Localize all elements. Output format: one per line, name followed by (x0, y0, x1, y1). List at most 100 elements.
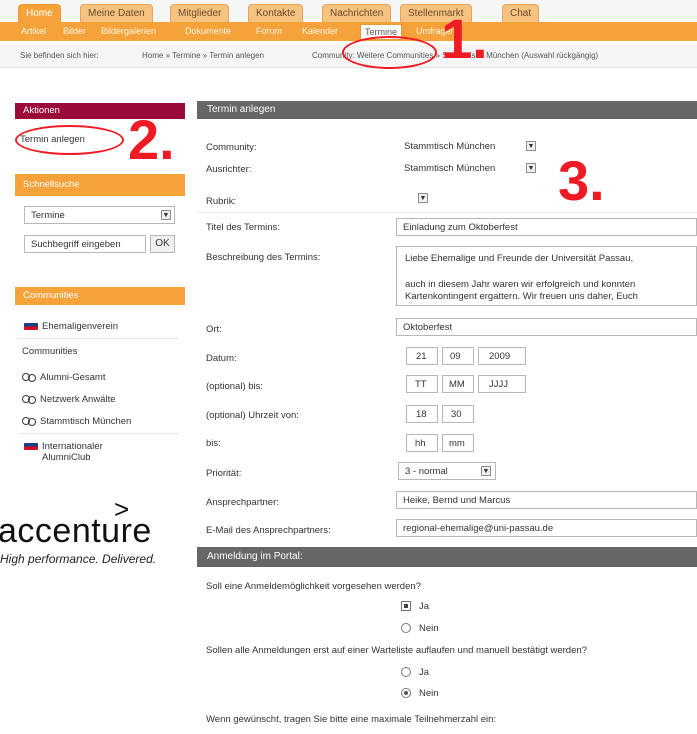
bis-tag-input[interactable]: TT (406, 375, 438, 393)
radio-icon (401, 623, 411, 634)
breadcrumb-path[interactable]: Home » Termine » Termin anlegen (142, 51, 264, 60)
tab-mitglieder[interactable]: Mitglieder (170, 4, 230, 22)
label-ausrichter: Ausrichter: (206, 164, 252, 175)
datum-tag-input[interactable]: 21 (406, 347, 438, 365)
label-community: Community: (206, 142, 257, 153)
annotation-ellipse-termin-anlegen (15, 125, 124, 155)
chevron-down-icon: ▼ (481, 466, 491, 476)
warteliste-ja-option[interactable]: Ja (401, 667, 429, 678)
chevron-down-icon: ▼ (418, 193, 428, 203)
label-email: E-Mail des Ansprechpartners: (206, 525, 331, 536)
annotation-number-1: 1. (441, 7, 488, 70)
community-label: Ehemaligenverein (42, 321, 119, 332)
label-prioritaet: Priorität: (206, 468, 242, 479)
community-label: Stammtisch München (40, 416, 132, 427)
subtab-forum[interactable]: Forum (256, 25, 282, 37)
label-optional-bis: (optional) bis: (206, 381, 264, 392)
option-label: Ja (419, 667, 430, 678)
uhrzeit-bis-minute-placeholder: mm (449, 438, 465, 449)
form-heading: Termin anlegen (197, 101, 697, 119)
anmeldung-question-2: Sollen alle Anmeldungen erst auf einer W… (206, 645, 587, 656)
datum-jahr-input[interactable]: 2009 (478, 347, 526, 365)
uhrzeit-von-minute-input[interactable]: 30 (442, 405, 474, 423)
beschreibung-textarea[interactable]: Liebe Ehemalige und Freunde der Universi… (396, 246, 697, 306)
subtab-artikel[interactable]: Artikel (21, 25, 46, 37)
annotation-number-2: 2. (128, 108, 175, 171)
label-datum: Datum: (206, 353, 237, 364)
ansprechpartner-value: Heike, Bernd und Marcus (403, 495, 511, 506)
subtab-kalender[interactable]: Kalender (302, 25, 338, 37)
uhrzeit-von-minute-value: 30 (451, 409, 462, 420)
checkbox-icon (401, 601, 411, 612)
schnellsuche-select-value: Termine (31, 210, 65, 221)
titel-value: Einladung zum Oktoberfest (403, 222, 518, 233)
search-input[interactable]: Suchbegriff eingeben (24, 235, 146, 253)
bis-jahr-input[interactable]: JJJJ (478, 375, 526, 393)
community-netzwerk-anwaelte[interactable]: Netzwerk Anwälte (22, 394, 116, 405)
search-ok-button[interactable]: OK (150, 235, 175, 253)
bis-monat-input[interactable]: MM (442, 375, 474, 393)
flag-icon (24, 442, 38, 450)
search-placeholder: Suchbegriff eingeben (31, 239, 121, 250)
label-uhrzeit-von: (optional) Uhrzeit von: (206, 410, 299, 421)
schnellsuche-heading: Schnellsuche (15, 174, 185, 196)
beschreibung-line: Kartenkontingent ergattern. Wir freuen u… (405, 291, 638, 302)
label-bis: bis: (206, 438, 221, 449)
top-navigation: Home Meine Daten Mitglieder Kontakte Nac… (0, 0, 697, 22)
ansprechpartner-input[interactable]: Heike, Bernd und Marcus (396, 491, 697, 509)
uhrzeit-bis-minute-input[interactable]: mm (442, 434, 474, 452)
annotation-number-3: 3. (558, 149, 605, 212)
uhrzeit-von-stunde-input[interactable]: 18 (406, 405, 438, 423)
ausrichter-value: Stammtisch München (404, 163, 496, 174)
ausrichter-select[interactable]: Stammtisch München ▼ (398, 160, 540, 178)
community-select[interactable]: Stammtisch München ▼ (398, 138, 540, 156)
prioritaet-select[interactable]: 3 - normal ▼ (398, 462, 496, 480)
subtab-bilder[interactable]: Bilder (63, 25, 86, 37)
community-label: Alumni-Gesamt (40, 372, 106, 383)
community-label-line2: AlumniClub (42, 452, 91, 463)
community-stammtisch-muenchen[interactable]: Stammtisch München (22, 416, 131, 427)
divider (18, 338, 178, 339)
ort-input[interactable]: Oktoberfest (396, 318, 697, 336)
community-ehemaligenverein[interactable]: Ehemaligenverein (24, 321, 118, 332)
anmeldung-question-1: Soll eine Anmeldemöglichkeit vorgesehen … (206, 581, 421, 592)
label-ansprechpartner: Ansprechpartner: (206, 497, 279, 508)
anmeldung-nein-option[interactable]: Nein (401, 623, 439, 634)
datum-tag-value: 21 (416, 351, 427, 362)
uhrzeit-bis-stunde-input[interactable]: hh (406, 434, 438, 452)
community-alumni-gesamt[interactable]: Alumni-Gesamt (22, 372, 105, 383)
anmeldung-heading: Anmeldung im Portal: (197, 547, 697, 567)
communities-subheading: Communities (22, 346, 78, 357)
tab-kontakte[interactable]: Kontakte (248, 4, 304, 22)
group-icon (22, 372, 36, 382)
email-value: regional-ehemalige@uni-passau.de (403, 523, 554, 534)
titel-input[interactable]: Einladung zum Oktoberfest (396, 218, 697, 236)
label-beschreibung: Beschreibung des Termins: (206, 252, 321, 263)
subtab-bildergalerien[interactable]: Bildergalerien (101, 25, 156, 37)
tab-home[interactable]: Home (18, 4, 61, 22)
datum-monat-value: 09 (450, 351, 461, 362)
group-icon (22, 394, 36, 404)
tab-meine-daten[interactable]: Meine Daten (80, 4, 153, 22)
warteliste-nein-option[interactable]: Nein (401, 688, 439, 699)
rubrik-select[interactable]: ▼ (398, 190, 432, 208)
beschreibung-line: auch in diesem Jahr waren wir erfolgreic… (405, 279, 636, 290)
community-internationaler-alumniclub[interactable]: Internationaler (24, 441, 103, 452)
radio-icon (401, 667, 411, 678)
community-value: Stammtisch München (404, 141, 496, 152)
label-titel: Titel des Termins: (206, 222, 280, 233)
email-input[interactable]: regional-ehemalige@uni-passau.de (396, 519, 697, 537)
tab-chat[interactable]: Chat (502, 4, 540, 22)
community-label: Netzwerk Anwälte (40, 394, 116, 405)
radio-icon (401, 688, 411, 699)
logo-text: accenture (0, 512, 152, 550)
communities-heading: Communities (15, 287, 185, 305)
subtab-dokumente[interactable]: Dokumente (185, 25, 231, 37)
ort-value: Oktoberfest (403, 322, 453, 333)
anmeldung-ja-option[interactable]: Ja (401, 601, 429, 612)
datum-monat-input[interactable]: 09 (442, 347, 474, 365)
datum-jahr-value: 2009 (489, 351, 511, 362)
chevron-down-icon: ▼ (526, 141, 536, 151)
tab-nachrichten[interactable]: Nachrichten (322, 4, 392, 22)
schnellsuche-select[interactable]: Termine ▼ (24, 206, 175, 224)
